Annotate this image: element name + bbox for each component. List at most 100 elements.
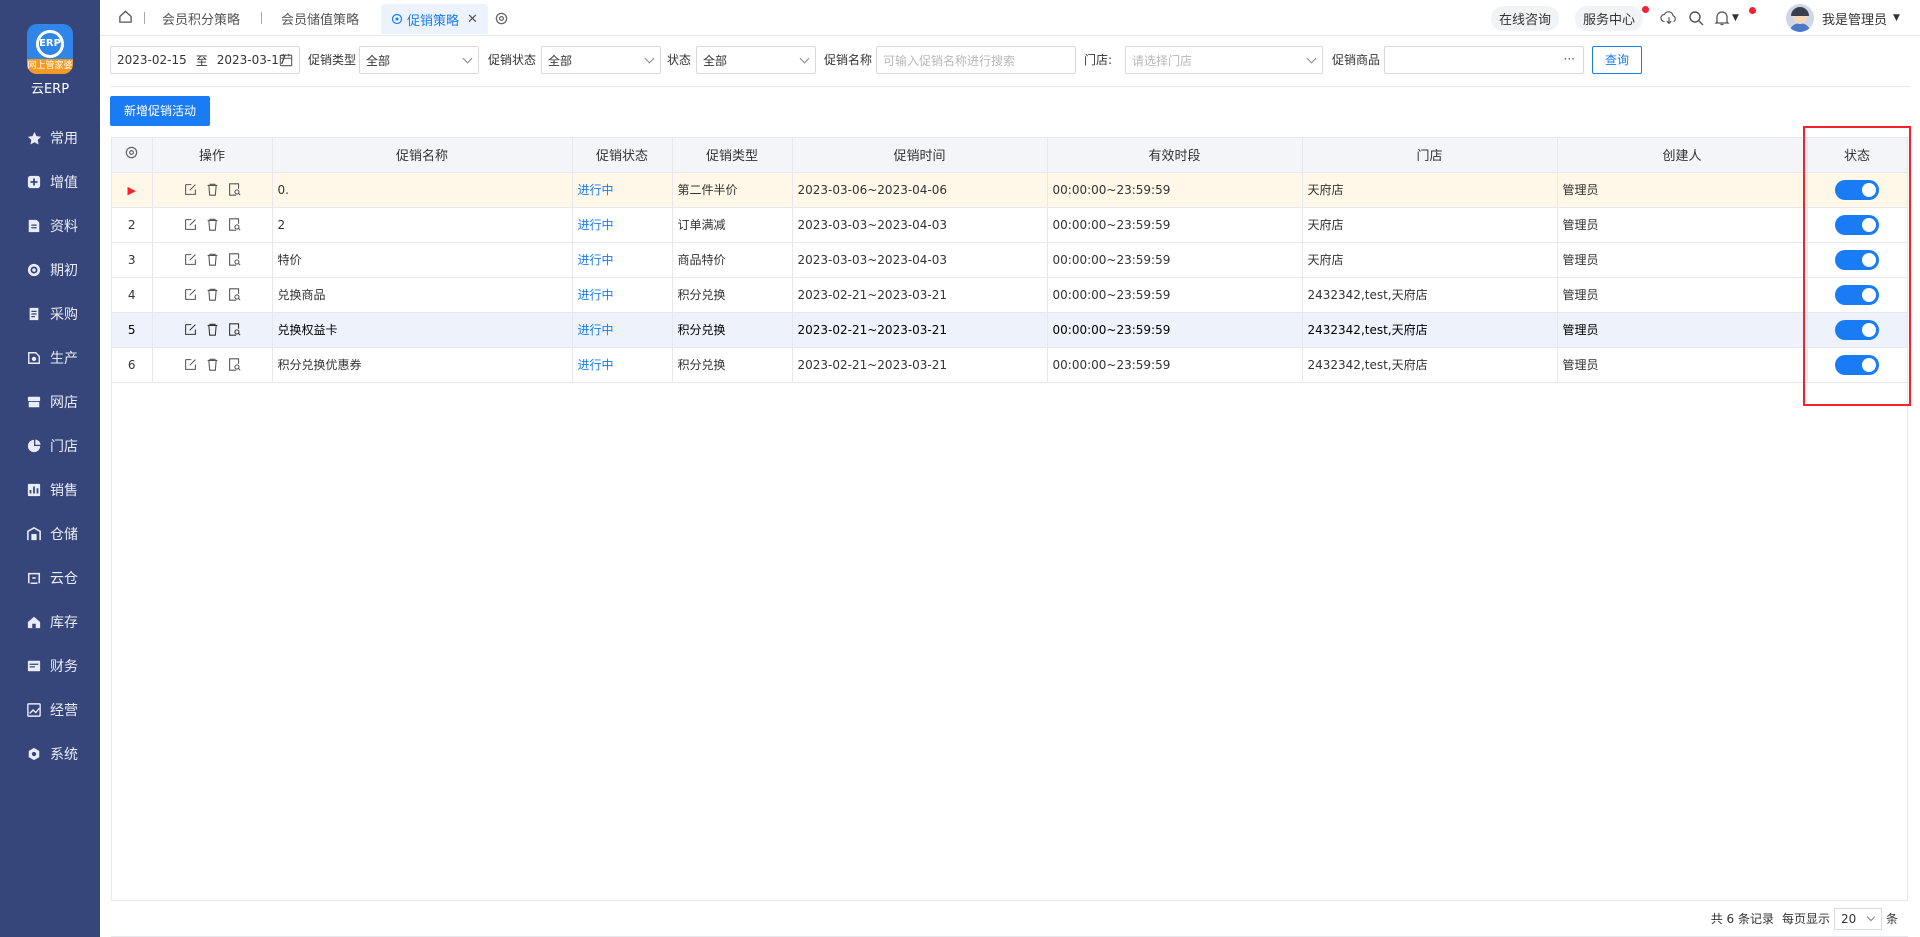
status-link[interactable]: 进行中 (578, 358, 614, 372)
delete-icon[interactable] (204, 322, 220, 338)
store-icon (26, 394, 42, 410)
store-placeholder: 请选择门店 (1132, 53, 1193, 68)
delete-icon[interactable] (204, 252, 220, 268)
detail-search-icon[interactable] (226, 287, 242, 303)
table-row[interactable]: ▶ 0. 进行中 第二件半价 2023-03-06~2023-04-06 00:… (112, 172, 1908, 208)
logo-badge: 网上管家婆 (27, 59, 73, 74)
status-link[interactable]: 进行中 (578, 183, 614, 197)
cell-status[interactable]: 进行中 (572, 172, 673, 208)
filter-divider (110, 86, 1910, 87)
plus-square-icon (26, 174, 42, 190)
table-row[interactable]: 2 2 进行中 订单满减 2023-03-03~2023-04-03 00:00… (112, 207, 1908, 243)
edit-icon[interactable] (182, 182, 198, 198)
sidebar-item-system[interactable]: 系统 (0, 732, 100, 776)
table-row[interactable]: 6 积分兑换优惠券 进行中 积分兑换 2023-02-21~2023-03-21… (112, 347, 1908, 383)
chevron-down-icon (1306, 53, 1317, 64)
promo-status-select[interactable]: 全部 (541, 46, 661, 74)
promo-name-input[interactable]: 可输入促销名称进行搜索 (876, 46, 1076, 74)
user-menu[interactable]: 我是管理员 ▼ (1822, 0, 1900, 36)
promo-type-value: 全部 (366, 53, 391, 68)
notification-dot (1642, 6, 1649, 13)
detail-search-icon[interactable] (226, 357, 242, 373)
sidebar-item-finance[interactable]: 财务 (0, 644, 100, 688)
sidebar-item-purchase[interactable]: 采购 (0, 292, 100, 336)
highlight-box (1803, 126, 1911, 406)
detail-search-icon[interactable] (226, 322, 242, 338)
cell-store: 2432342,test,天府店 (1302, 347, 1558, 383)
tab-member-stored-value[interactable]: 会员储值策略 (281, 0, 359, 36)
sidebar-item-sales[interactable]: 销售 (0, 468, 100, 512)
table-row[interactable]: 5 兑换权益卡 进行中 积分兑换 2023-02-21~2023-03-21 0… (112, 312, 1908, 348)
edit-icon[interactable] (182, 287, 198, 303)
table-row[interactable]: 4 兑换商品 进行中 积分兑换 2023-02-21~2023-03-21 00… (112, 277, 1908, 313)
promo-goods-input[interactable]: ··· (1384, 46, 1584, 74)
status-link[interactable]: 进行中 (578, 323, 614, 337)
delete-icon[interactable] (204, 217, 220, 233)
sidebar-item-online-store[interactable]: 网店 (0, 380, 100, 424)
user-name: 我是管理员 (1822, 12, 1888, 28)
sidebar-item-business[interactable]: 经营 (0, 688, 100, 732)
delete-icon[interactable] (204, 182, 220, 198)
cell-store: 天府店 (1302, 172, 1558, 208)
cell-status[interactable]: 进行中 (572, 312, 673, 348)
sidebar-item-production[interactable]: 生产 (0, 336, 100, 380)
edit-icon[interactable] (182, 322, 198, 338)
sidebar-item-opening[interactable]: 期初 (0, 248, 100, 292)
sidebar-item-common[interactable]: 常用 (0, 116, 100, 160)
page-size-select[interactable]: 20 (1833, 907, 1882, 930)
new-promotion-button[interactable]: 新增促销活动 (110, 96, 211, 126)
status-link[interactable]: 进行中 (578, 253, 614, 267)
cloud-download-icon[interactable] (1660, 0, 1678, 36)
status-link[interactable]: 进行中 (578, 288, 614, 302)
delete-icon[interactable] (204, 287, 220, 303)
store-select[interactable]: 请选择门店 (1125, 46, 1323, 74)
status-link[interactable]: 进行中 (578, 218, 614, 232)
online-consult-button[interactable]: 在线咨询 (1491, 0, 1560, 36)
cell-status[interactable]: 进行中 (572, 207, 673, 243)
sidebar-item-inventory[interactable]: 库存 (0, 600, 100, 644)
column-settings[interactable] (112, 138, 153, 173)
detail-search-icon[interactable] (226, 252, 242, 268)
date-range-picker[interactable]: 2023-02-15 至 2023-03-17 (110, 46, 300, 74)
bell-icon[interactable]: ▼ (1714, 0, 1739, 36)
cell-status[interactable]: 进行中 (572, 242, 673, 278)
gear-icon (124, 145, 139, 160)
promo-goods-label: 促销商品 (1332, 53, 1381, 67)
home-tab[interactable] (118, 0, 133, 36)
delete-icon[interactable] (204, 357, 220, 373)
search-icon[interactable] (1688, 0, 1704, 36)
detail-search-icon[interactable] (226, 182, 242, 198)
sidebar-item-warehouse[interactable]: 仓储 (0, 512, 100, 556)
sidebar-item-value-added[interactable]: 增值 (0, 160, 100, 204)
sidebar-item-label: 财务 (50, 659, 78, 675)
table-row[interactable]: 3 特价 进行中 商品特价 2023-03-03~2023-04-03 00:0… (112, 242, 1908, 278)
state-select[interactable]: 全部 (696, 46, 816, 74)
edit-icon[interactable] (182, 357, 198, 373)
cell-time: 2023-02-21~2023-03-21 (792, 277, 1048, 313)
cell-creator: 管理员 (1557, 172, 1808, 208)
sidebar-item-data[interactable]: 资料 (0, 204, 100, 248)
cell-store: 天府店 (1302, 242, 1558, 278)
service-center-button[interactable]: 服务中心 (1575, 0, 1644, 36)
avatar[interactable] (1786, 4, 1814, 32)
tab-member-points[interactable]: 会员积分策略 (162, 0, 240, 36)
sidebar-item-store[interactable]: 门店 (0, 424, 100, 468)
promo-type-select[interactable]: 全部 (359, 46, 479, 74)
sidebar-nav: 常用 增值 资料 期初 采购 生产 网店 门店 销售 仓储 云仓 库存 财务 经… (0, 116, 100, 776)
close-icon[interactable]: ✕ (467, 12, 478, 27)
detail-search-icon[interactable] (226, 217, 242, 233)
edit-icon[interactable] (182, 252, 198, 268)
sidebar-item-label: 云仓 (50, 571, 78, 587)
sidebar-item-cloud-warehouse[interactable]: 云仓 (0, 556, 100, 600)
app-logo[interactable]: ERP 网上管家婆 (27, 24, 73, 74)
caret-down-icon: ▼ (1732, 13, 1739, 23)
cell-status[interactable]: 进行中 (572, 347, 673, 383)
sidebar-item-label: 生产 (50, 351, 78, 367)
tab-settings-icon[interactable] (494, 0, 509, 36)
logo-text: 云ERP (30, 82, 70, 97)
more-icon[interactable]: ··· (1564, 52, 1575, 66)
tab-promotion-strategy[interactable]: 促销策略 ✕ (381, 4, 488, 34)
edit-icon[interactable] (182, 217, 198, 233)
cell-status[interactable]: 进行中 (572, 277, 673, 313)
query-button[interactable]: 查询 (1592, 46, 1643, 74)
